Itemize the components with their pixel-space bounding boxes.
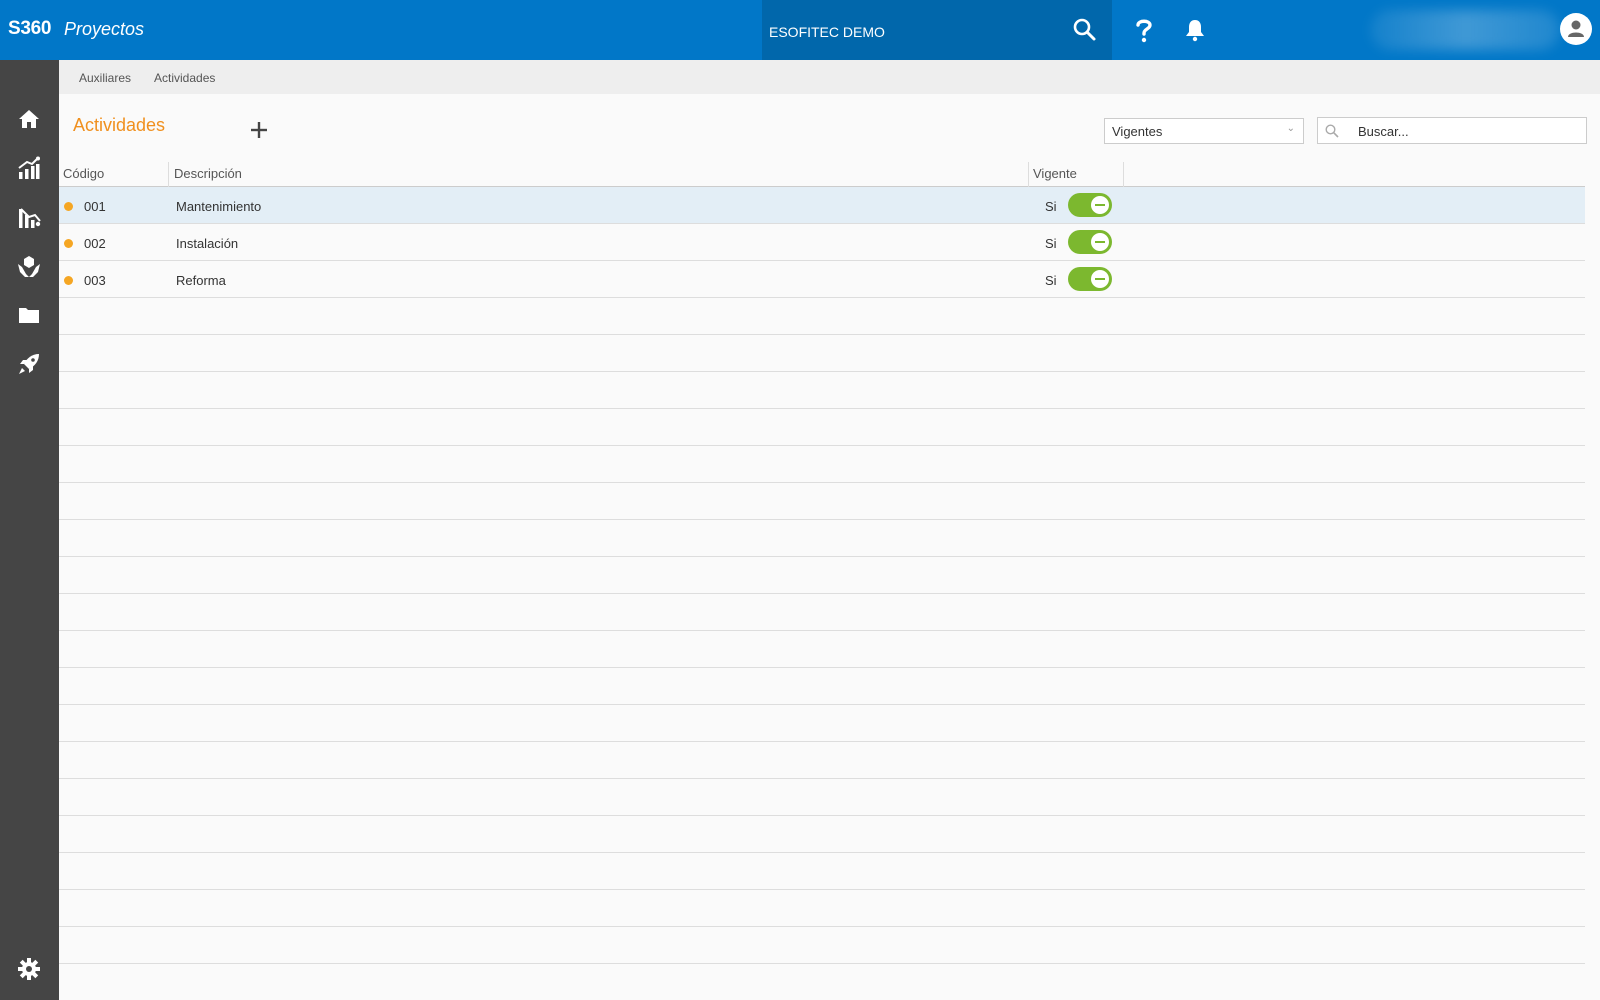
empty-row <box>59 853 1585 890</box>
sidebar-item-growth[interactable] <box>14 153 44 183</box>
top-bar: S360 Proyectos ESOFITEC DEMO <box>0 0 1600 60</box>
company-name[interactable]: ESOFITEC DEMO <box>769 24 885 40</box>
vigente-toggle[interactable] <box>1068 230 1112 254</box>
vigente-toggle[interactable] <box>1068 193 1112 217</box>
status-dot <box>64 239 73 248</box>
table-header: Código Descripción Vigente <box>59 162 1585 187</box>
empty-row <box>59 446 1585 483</box>
column-header-vigente[interactable]: Vigente <box>1033 166 1077 181</box>
cell-description: Instalación <box>176 236 239 251</box>
column-separator[interactable] <box>168 162 169 187</box>
empty-row <box>59 668 1585 705</box>
toggle-knob <box>1091 196 1109 214</box>
settings-button[interactable] <box>14 954 44 984</box>
empty-row <box>59 742 1585 779</box>
empty-row <box>59 890 1585 927</box>
sidebar-item-decline[interactable] <box>14 202 44 232</box>
table-row[interactable]: 002 Instalación Si <box>59 224 1585 261</box>
status-filter-value: Vigentes <box>1112 124 1163 139</box>
empty-row <box>59 631 1585 668</box>
cell-description: Mantenimiento <box>176 199 262 214</box>
empty-row <box>59 298 1585 335</box>
breadcrumb: Auxiliares Actividades <box>59 60 1600 94</box>
chevron-down-icon: ⌄ <box>1286 123 1295 134</box>
cell-code: 002 <box>84 236 106 251</box>
column-separator[interactable] <box>1028 162 1029 187</box>
column-separator[interactable] <box>1123 162 1124 187</box>
page-title: Actividades <box>73 115 166 135</box>
help-icon[interactable] <box>1131 16 1157 44</box>
cell-description: Reforma <box>176 273 226 288</box>
empty-row <box>59 557 1585 594</box>
toggle-knob <box>1091 270 1109 288</box>
empty-row <box>59 779 1585 816</box>
company-selector[interactable]: ESOFITEC DEMO <box>762 0 1112 60</box>
brand-logo[interactable]: S360 <box>8 18 51 40</box>
user-icon <box>1568 20 1584 37</box>
status-filter-select[interactable]: Vigentes ⌄ <box>1104 118 1304 144</box>
table-row[interactable]: 001 Mantenimiento Si <box>59 187 1585 224</box>
empty-row <box>59 335 1585 372</box>
breadcrumb-item-auxiliares[interactable]: Auxiliares <box>79 71 131 85</box>
search-field[interactable] <box>1317 117 1587 144</box>
empty-row <box>59 483 1585 520</box>
avatar[interactable] <box>1560 13 1592 45</box>
chart-decline-icon <box>19 208 41 228</box>
bell-icon[interactable] <box>1183 18 1207 42</box>
empty-row <box>59 816 1585 853</box>
module-title: Proyectos <box>64 19 145 39</box>
vigente-toggle[interactable] <box>1068 267 1112 291</box>
home-icon <box>19 110 39 128</box>
empty-row <box>59 520 1585 557</box>
column-header-description[interactable]: Descripción <box>174 166 242 181</box>
table-row[interactable]: 003 Reforma Si <box>59 261 1585 298</box>
sidebar-item-hands[interactable] <box>14 251 44 281</box>
hands-icon <box>18 256 40 277</box>
search-input[interactable] <box>1358 122 1578 140</box>
cell-code: 003 <box>84 273 106 288</box>
sidebar <box>0 60 59 1000</box>
chart-growth-icon <box>18 156 40 179</box>
cell-code: 001 <box>84 199 106 214</box>
toggle-knob <box>1091 233 1109 251</box>
cell-vigente: Si <box>1045 199 1057 214</box>
sidebar-item-home[interactable] <box>14 104 44 134</box>
empty-row <box>59 927 1585 964</box>
breadcrumb-item-actividades[interactable]: Actividades <box>154 71 215 85</box>
sidebar-item-rocket[interactable] <box>14 349 44 379</box>
rocket-icon <box>19 354 39 374</box>
empty-row <box>59 594 1585 631</box>
empty-row <box>59 409 1585 446</box>
user-name-blurred[interactable] <box>1370 10 1560 50</box>
status-dot <box>64 202 73 211</box>
empty-row <box>59 705 1585 742</box>
sidebar-item-folder[interactable] <box>14 300 44 330</box>
search-icon[interactable] <box>1072 17 1098 43</box>
folder-icon <box>19 308 39 323</box>
cell-vigente: Si <box>1045 273 1057 288</box>
status-dot <box>64 276 73 285</box>
column-header-code[interactable]: Código <box>63 166 104 181</box>
gear-icon <box>18 958 40 980</box>
empty-row <box>59 372 1585 409</box>
search-icon <box>1325 124 1339 138</box>
add-icon[interactable] <box>249 120 269 140</box>
table-body: 001 Mantenimiento Si 002 Instalación Si … <box>59 187 1585 964</box>
cell-vigente: Si <box>1045 236 1057 251</box>
